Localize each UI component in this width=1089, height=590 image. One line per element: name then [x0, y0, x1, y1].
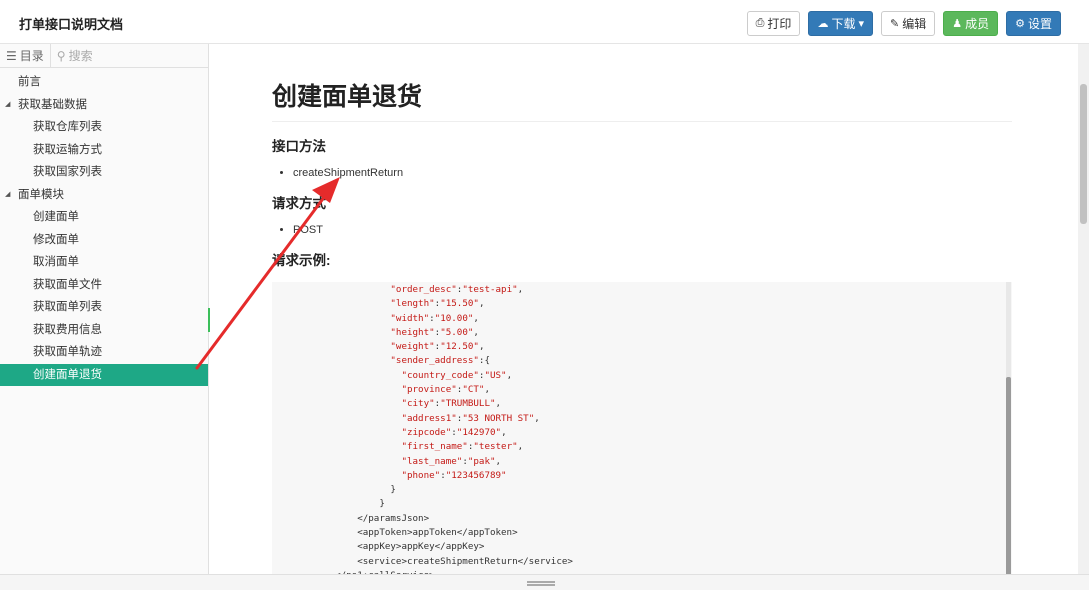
method-name: createShipmentReturn	[293, 167, 1012, 179]
sidebar-item-label-list[interactable]: 获取面单列表	[0, 296, 208, 319]
sidebar-item-label: 获取面单文件	[33, 278, 102, 291]
gear-icon: ⚙	[1015, 18, 1025, 30]
main-content: 创建面单退货 接口方法 createShipmentReturn 请求方式 PO…	[210, 44, 1078, 574]
member-label: 成员	[965, 17, 990, 31]
caret-down-icon[interactable]: ◢	[5, 94, 10, 117]
sidebar-item-label-tracking[interactable]: 获取面单轨迹	[0, 341, 208, 364]
toc-tree: 前言 ◢ 获取基础数据 获取仓库列表 获取运输方式 获取国家列表 ◢ 面单模块 创建…	[0, 68, 208, 386]
member-button[interactable]: ♟ 成员	[943, 11, 999, 36]
tab-toc[interactable]: ☰ 目录	[0, 44, 51, 67]
search-icon: ⚲	[56, 48, 66, 63]
code-scrollbar[interactable]	[1006, 282, 1011, 574]
settings-label: 设置	[1027, 17, 1052, 31]
code-text: "order_desc":"test-api", "length":"15.50…	[335, 284, 573, 574]
sidebar-item-label: 创建面单	[33, 211, 79, 223]
caret-down-icon: ▾	[858, 18, 864, 30]
sidebar-item-label: 获取国家列表	[33, 166, 102, 178]
code-scrollbar-thumb[interactable]	[1006, 377, 1011, 574]
sidebar-item-label-file[interactable]: 获取面单文件	[0, 274, 208, 297]
tab-search[interactable]: ⚲ 搜索	[51, 44, 99, 67]
sidebar-item-create-label[interactable]: 创建面单	[0, 206, 208, 229]
sidebar-item-basic-data[interactable]: ◢ 获取基础数据	[0, 94, 208, 117]
cloud-download-icon: ☁	[817, 18, 829, 30]
footer-bar	[0, 574, 1089, 590]
sidebar-item-label-module[interactable]: ◢ 面单模块	[0, 184, 208, 207]
code-block: "order_desc":"test-api", "length":"15.50…	[272, 282, 1012, 574]
sidebar-item-label: 获取运输方式	[33, 143, 102, 156]
sidebar-item-create-return[interactable]: 创建面单退货	[0, 363, 208, 386]
edit-icon: ✎	[889, 18, 900, 30]
sidebar-item-label: 创建面单退货	[33, 368, 102, 381]
sidebar-item-label: 获取面单轨迹	[33, 346, 102, 358]
sidebar: ☰ 目录 ⚲ 搜索 前言 ◢ 获取基础数据 获取仓库列表 获取运输方式 获取国家列…	[0, 44, 209, 574]
sidebar-item-label: 取消面单	[33, 256, 79, 268]
page-scrollbar-thumb[interactable]	[1080, 84, 1087, 224]
page-scrollbar[interactable]	[1078, 44, 1089, 574]
sidebar-item-label: 获取基础数据	[18, 98, 87, 111]
sidebar-item-preface[interactable]: 前言	[0, 71, 208, 94]
caret-down-icon[interactable]: ◢	[5, 184, 10, 207]
edit-button[interactable]: ✎ 编辑	[880, 11, 936, 36]
print-label: 打印	[767, 17, 792, 31]
list-icon: ☰	[6, 48, 17, 63]
request-type-list: POST	[293, 224, 1012, 236]
section-heading-method: 接口方法	[272, 139, 326, 154]
sidebar-item-cancel-label[interactable]: 取消面单	[0, 251, 208, 274]
doc-body: 创建面单退货 接口方法 createShipmentReturn 请求方式 PO…	[272, 44, 1012, 574]
resize-grip-icon[interactable]	[527, 581, 555, 586]
section-heading-example: 请求示例:	[272, 253, 331, 268]
sidebar-item-label: 获取费用信息	[33, 323, 102, 336]
edit-label: 编辑	[902, 17, 927, 31]
download-label: 下载	[831, 17, 856, 31]
sidebar-item-label: 前言	[18, 76, 41, 88]
sidebar-item-fee-info[interactable]: 获取费用信息	[0, 319, 208, 342]
download-button[interactable]: ☁ 下载 ▾	[808, 11, 873, 36]
section-heading-request-type: 请求方式	[272, 196, 326, 211]
print-button[interactable]: ⎙ 打印	[746, 11, 801, 36]
sidebar-item-label: 面单模块	[18, 188, 64, 201]
toolbar: ⎙ 打印 ☁ 下载 ▾ ✎ 编辑 ♟ 成员 ⚙ 设置	[746, 11, 1061, 36]
sidebar-item-warehouse-list[interactable]: 获取仓库列表	[0, 116, 208, 139]
sidebar-item-shipping-methods[interactable]: 获取运输方式	[0, 139, 208, 162]
sidebar-item-country-list[interactable]: 获取国家列表	[0, 161, 208, 184]
tab-toc-label: 目录	[19, 49, 44, 63]
sidebar-item-label: 获取面单列表	[33, 301, 102, 313]
app-header: 打单接口说明文档 ⎙ 打印 ☁ 下载 ▾ ✎ 编辑 ♟ 成员 ⚙ 设置	[0, 0, 1089, 44]
sidebar-item-label: 获取仓库列表	[33, 121, 102, 133]
sidebar-item-modify-label[interactable]: 修改面单	[0, 229, 208, 252]
settings-button[interactable]: ⚙ 设置	[1006, 11, 1061, 36]
method-list: createShipmentReturn	[293, 167, 1012, 179]
request-type: POST	[293, 224, 1012, 236]
printer-icon: ⎙	[755, 17, 765, 29]
sidebar-tabs: ☰ 目录 ⚲ 搜索	[0, 44, 208, 68]
user-icon: ♟	[952, 18, 963, 30]
page-title: 创建面单退货	[272, 77, 1012, 122]
app-title: 打单接口说明文档	[19, 17, 124, 32]
sidebar-item-label: 修改面单	[33, 233, 79, 246]
tab-search-label: 搜索	[68, 49, 93, 63]
